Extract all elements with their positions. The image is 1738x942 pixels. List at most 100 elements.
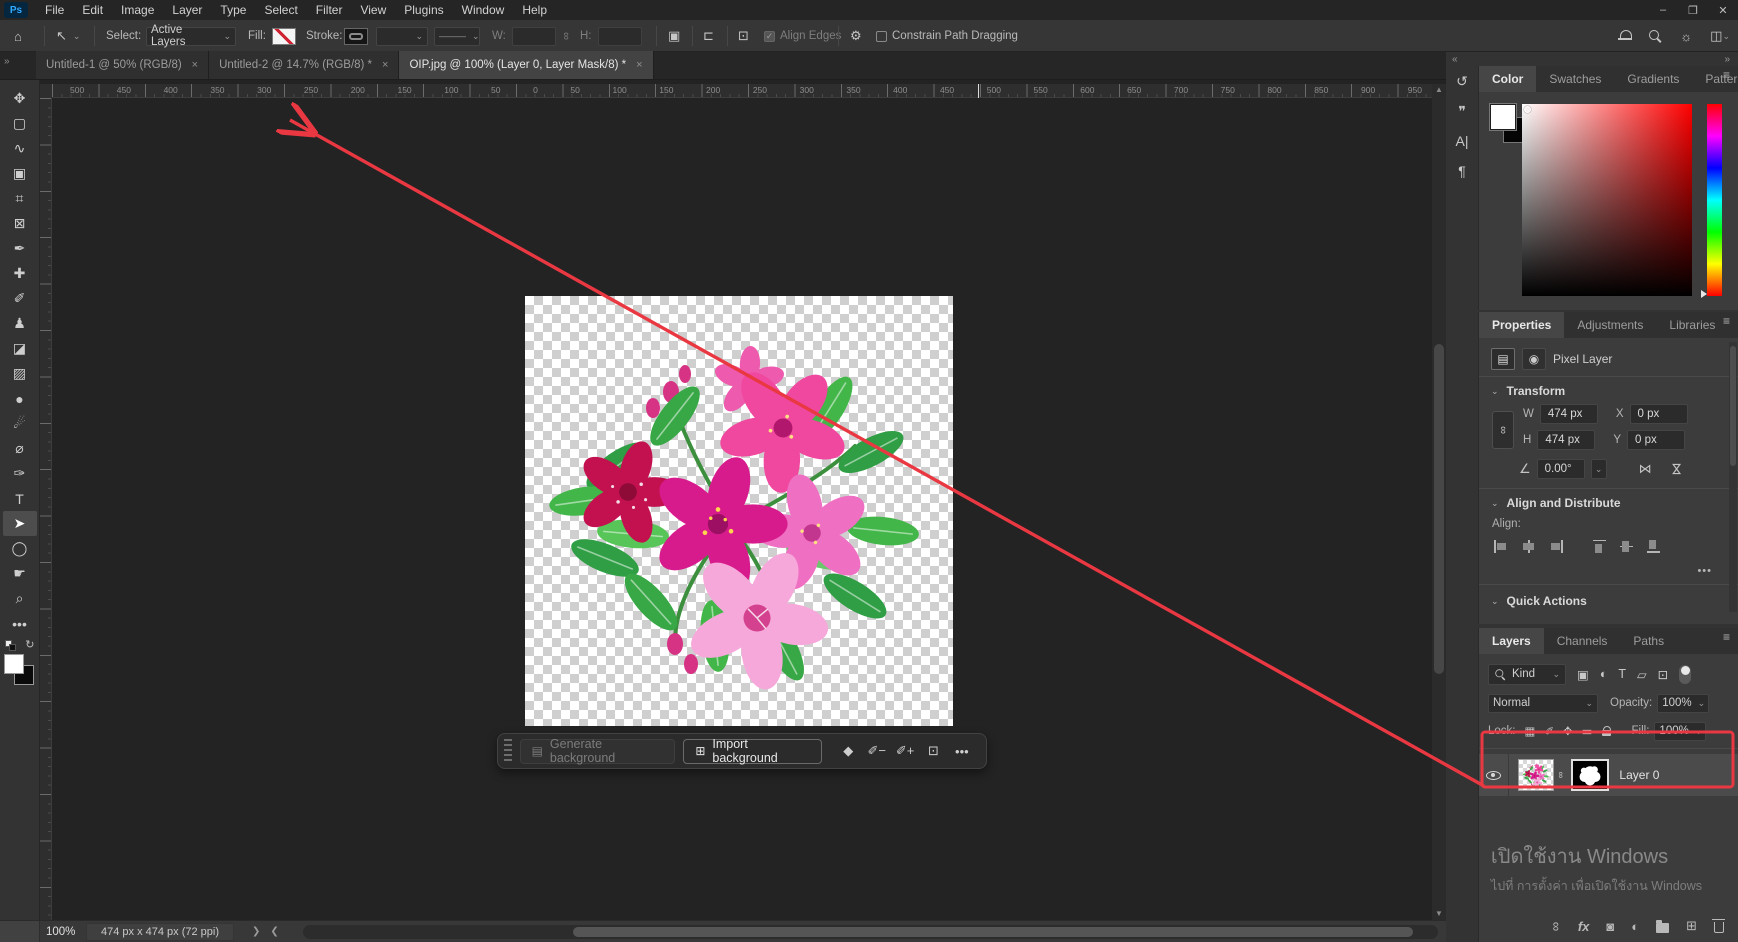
transform-layer-icon[interactable]: ⊡ [919, 743, 947, 759]
tab-color[interactable]: Color [1479, 66, 1536, 92]
import-background-button[interactable]: ⊞ Import background [683, 739, 822, 764]
tab-close-icon[interactable]: × [192, 59, 198, 71]
frame-tool[interactable]: ⊠ [3, 211, 37, 236]
align-top-edges-button[interactable] [1593, 540, 1608, 553]
brush-tool[interactable]: ✐ [3, 286, 37, 311]
document-tab-oip[interactable]: OIP.jpg @ 100% (Layer 0, Layer Mask/8) *… [399, 51, 653, 79]
layer-effects-icon[interactable]: fx [1578, 919, 1590, 934]
lock-all-icon[interactable] [1602, 726, 1612, 737]
horizontal-ruler[interactable] [52, 84, 1432, 98]
y-value-field[interactable]: 0 px [1627, 430, 1685, 450]
document-info-field[interactable]: 474 px x 474 px (72 ppi) [86, 923, 234, 941]
transform-collapse-icon[interactable]: ⌄ [1491, 386, 1499, 397]
tab-overflow-icon[interactable]: » [4, 56, 10, 67]
panel-menu-icon[interactable]: ≡ [1723, 635, 1730, 639]
vertical-scrollbar[interactable]: ▲ ▼ [1432, 84, 1446, 920]
horizontal-scrollbar[interactable] [303, 925, 1438, 939]
fill-swatch[interactable] [272, 28, 296, 45]
hue-slider-handle[interactable] [1701, 290, 1707, 298]
menu-item[interactable]: Window [453, 1, 514, 19]
hue-slider[interactable] [1707, 104, 1722, 296]
tab-gradients[interactable]: Gradients [1614, 66, 1692, 92]
lasso-tool[interactable]: ∿ [3, 136, 37, 161]
tab-channels[interactable]: Channels [1544, 628, 1621, 654]
filter-type-layers-icon[interactable]: T [1618, 667, 1626, 682]
align-edges-checkbox[interactable]: ✓ [764, 31, 775, 42]
color-picker-handle[interactable] [1524, 106, 1531, 113]
ruler-origin-box[interactable] [40, 84, 52, 98]
minimize-button[interactable]: – [1648, 0, 1678, 20]
lock-transparent-pixels-icon[interactable]: ▦ [1525, 724, 1536, 738]
constrain-path-dragging-checkbox[interactable] [876, 31, 887, 42]
foreground-color-well[interactable] [1490, 104, 1516, 130]
scroll-up-icon[interactable]: ▲ [1432, 84, 1446, 96]
panel-menu-icon[interactable]: ≡ [1723, 73, 1730, 77]
search-icon[interactable] [1649, 30, 1662, 43]
stroke-width-dropdown[interactable]: ⌄ [376, 27, 428, 46]
vertical-scroll-thumb[interactable] [1434, 344, 1444, 674]
taskbar-more-options-icon[interactable]: ••• [948, 744, 976, 759]
lock-image-pixels-icon[interactable]: ✐ [1544, 724, 1554, 738]
gradient-tool[interactable]: ▨ [3, 361, 37, 386]
menu-item[interactable]: View [351, 1, 395, 19]
height-field[interactable] [598, 27, 642, 46]
comments-icon[interactable]: ❞ [1446, 96, 1478, 126]
workspace-switcher-icon[interactable]: ◫ ⌄ [1710, 28, 1730, 44]
width-value-field[interactable]: 474 px [1540, 404, 1598, 424]
object-selection-tool[interactable]: ▣ [3, 161, 37, 186]
tab-properties[interactable]: Properties [1479, 312, 1564, 338]
spot-healing-brush-tool[interactable]: ✚ [3, 261, 37, 286]
filter-shape-layers-icon[interactable]: ▱ [1637, 667, 1647, 682]
crop-tool[interactable]: ⌗ [3, 186, 37, 211]
tab-layers[interactable]: Layers [1479, 628, 1544, 654]
stroke-style-dropdown[interactable]: ——— ⌄ [434, 27, 480, 46]
collapse-panels-icon[interactable]: « [1452, 54, 1458, 65]
align-left-edges-button[interactable] [1494, 540, 1509, 553]
align-right-edges-button[interactable] [1548, 540, 1563, 553]
path-arrangement-icon[interactable]: ⊡ [738, 28, 749, 44]
edit-toolbar-button[interactable]: ••• [3, 611, 37, 636]
align-collapse-icon[interactable]: ⌄ [1491, 498, 1499, 509]
panel-menu-icon[interactable]: ≡ [1723, 319, 1730, 323]
blend-mode-dropdown[interactable]: Normal ⌄ [1488, 694, 1598, 713]
layer-name[interactable]: Layer 0 [1619, 768, 1659, 782]
default-colors-icon[interactable] [5, 640, 16, 651]
move-tool[interactable]: ✥ [3, 86, 37, 111]
generate-background-button[interactable]: ▤ Generate background [520, 739, 676, 764]
zoom-level-field[interactable]: 100% [46, 926, 86, 938]
menu-item[interactable]: Help [513, 1, 556, 19]
smudge-tool[interactable]: ☄ [3, 411, 37, 436]
opacity-field[interactable]: 100% ⌄ [1657, 694, 1709, 713]
menu-item[interactable]: File [36, 1, 73, 19]
document-tab-untitled-1[interactable]: Untitled-1 @ 50% (RGB/8) × [36, 51, 209, 79]
filter-pixel-layers-icon[interactable]: ▣ [1577, 667, 1589, 682]
layer-thumbnail[interactable] [1518, 759, 1554, 791]
vertical-ruler[interactable] [40, 98, 52, 920]
angle-dropdown-icon[interactable]: ⌄ [1591, 459, 1607, 479]
layer-row[interactable]: ∞ Layer 0 [1479, 754, 1738, 796]
tool-preset-caret-icon[interactable]: ⌄ [73, 31, 81, 42]
x-value-field[interactable]: 0 px [1630, 404, 1688, 424]
menu-item[interactable]: Edit [73, 1, 112, 19]
status-prev-icon[interactable]: ❮ [270, 926, 278, 937]
align-more-options-icon[interactable]: ••• [1697, 565, 1712, 577]
new-group-folder-icon[interactable] [1656, 923, 1669, 933]
fill-color-icon[interactable]: ◆ [834, 743, 862, 759]
mask-properties-icon[interactable]: ◉ [1522, 348, 1546, 370]
dodge-tool[interactable]: ⌀ [3, 436, 37, 461]
menu-item[interactable]: Filter [307, 1, 352, 19]
link-layers-icon[interactable]: ∞ [1549, 921, 1564, 930]
flip-vertical-icon[interactable]: ⋈ [1668, 463, 1684, 476]
tab-libraries[interactable]: Libraries [1656, 312, 1728, 338]
tab-patterns[interactable]: Patterns [1692, 66, 1738, 92]
add-to-selection-brush-icon[interactable]: ✐+ [891, 743, 919, 759]
pen-tool[interactable]: ✑ [3, 461, 37, 486]
menu-item[interactable]: Layer [163, 1, 211, 19]
lock-artboard-icon[interactable]: ▭ [1582, 724, 1593, 738]
align-vertical-centers-button[interactable] [1620, 540, 1635, 553]
type-tool[interactable]: T [3, 486, 37, 511]
path-selection-tool[interactable]: ➤ [3, 511, 37, 536]
pixel-layer-icon[interactable]: ▤ [1491, 348, 1515, 370]
select-mode-dropdown[interactable]: Active Layers ⌄ [146, 27, 236, 46]
link-dimensions-icon[interactable]: ∞ [560, 32, 572, 40]
